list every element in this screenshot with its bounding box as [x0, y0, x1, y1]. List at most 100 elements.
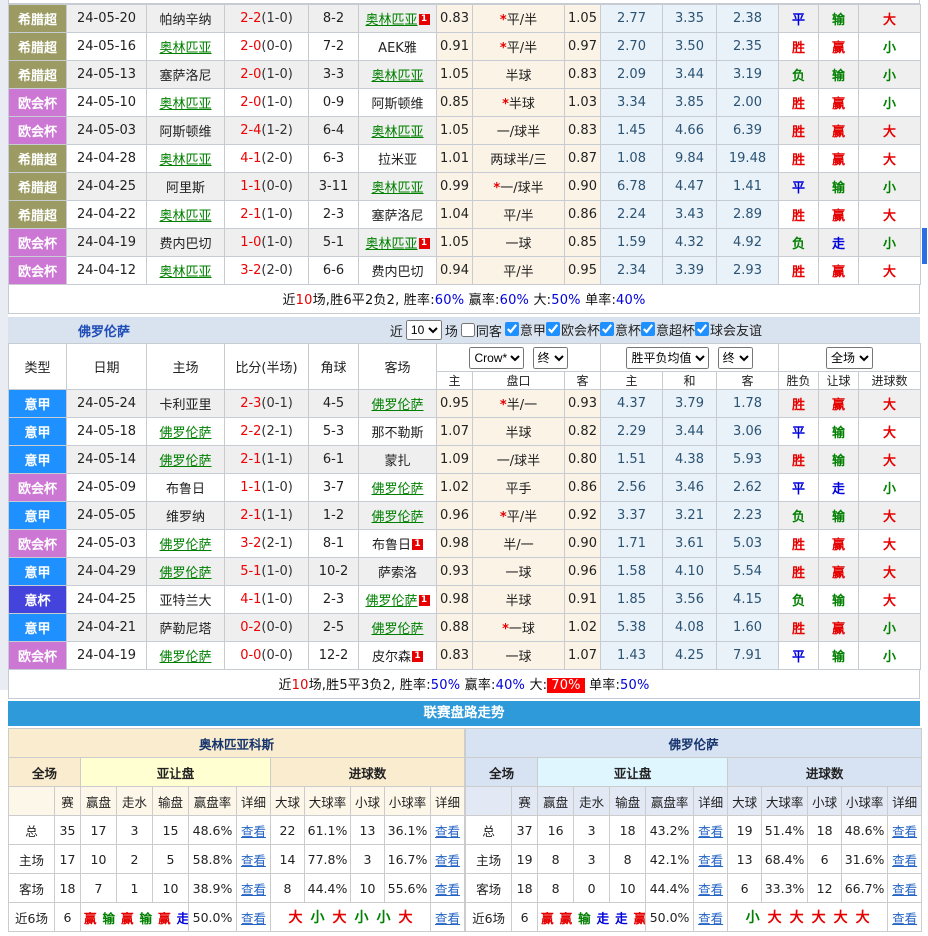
home-team-link[interactable]: 佛罗伦萨 [159, 454, 211, 469]
odds-company-select[interactable]: Crow* [469, 346, 525, 369]
league-filter-checkbox[interactable] [599, 322, 614, 337]
same-away-filter[interactable]: 同客 [460, 321, 502, 340]
away-team-link[interactable]: 佛罗伦萨 [365, 594, 417, 609]
view-link[interactable]: 查看 [241, 911, 266, 926]
league-filter[interactable]: 欧会杯 [545, 320, 600, 339]
view-link[interactable]: 查看 [698, 911, 723, 926]
mean-draw-cell: 3.46 [662, 473, 718, 502]
away-team-link[interactable]: 费内巴切 [371, 265, 423, 280]
view-link[interactable]: 查看 [892, 911, 917, 926]
scrollbar-thumb[interactable] [922, 228, 927, 264]
result-handicap-cell: 赢 [818, 88, 859, 117]
away-team-link[interactable]: 阿斯顿维 [371, 97, 423, 112]
home-team-link[interactable]: 帕纳辛纳 [159, 13, 211, 28]
home-team-link[interactable]: 亚特兰大 [159, 594, 211, 609]
section-team-title: 佛罗伦萨 [78, 324, 131, 340]
scope-select[interactable]: 全场 [826, 346, 874, 369]
league-filter[interactable]: 球会友谊 [694, 320, 762, 339]
recent-count-select[interactable]: 10 [405, 320, 442, 340]
away-team-link[interactable]: 奥林匹亚 [365, 13, 417, 28]
home-team-link[interactable]: 维罗纳 [166, 510, 205, 525]
home-team-link[interactable]: 奥林匹亚 [159, 97, 211, 112]
result-handicap-cell: 输 [818, 641, 860, 670]
match-row: 希腊超 24-05-13 塞萨洛尼 2-0(1-0) 3-3 奥林匹亚 1.05… [8, 60, 921, 89]
home-team-link[interactable]: 奥林匹亚 [159, 153, 211, 168]
summary-segment: 场,胜5平3负2, 胜率: [308, 678, 431, 693]
col-mean-draw: 和 [662, 371, 718, 390]
home-team-link[interactable]: 奥林匹亚 [159, 209, 211, 224]
away-team-link[interactable]: 奥林匹亚 [371, 125, 423, 140]
sub-under: 小球 [350, 786, 385, 816]
away-team-link[interactable]: 佛罗伦萨 [371, 510, 423, 525]
view-link[interactable]: 查看 [435, 882, 460, 897]
home-team-link[interactable]: 塞萨洛尼 [159, 69, 211, 84]
trend-banner: 联赛盘路走势 [8, 701, 920, 726]
league-filter[interactable]: 意杯 [599, 320, 641, 339]
view-link[interactable]: 查看 [241, 824, 266, 839]
seq-char: 赢 [559, 910, 573, 926]
away-team-link[interactable]: AEK雅 [378, 41, 417, 56]
stat-winrate: 43.2% [645, 815, 695, 845]
home-team-link[interactable]: 费内巴切 [159, 237, 211, 252]
mean-time-select[interactable]: 终 [717, 346, 753, 369]
away-team-link[interactable]: 萨索洛 [378, 566, 417, 581]
result-wdl-cell: 平 [778, 641, 820, 670]
content: 希腊超 24-05-20 帕纳辛纳 2-2(1-0) 8-2 奥林匹亚 1 0.8… [7, 0, 923, 932]
score-cell: 2-0(1-0) [224, 60, 309, 89]
view-link[interactable]: 查看 [241, 853, 266, 868]
view-link[interactable]: 查看 [698, 882, 723, 897]
home-team-link[interactable]: 佛罗伦萨 [159, 566, 211, 581]
mean-away-cell: 2.89 [716, 200, 779, 229]
away-team-link[interactable]: 拉米亚 [378, 153, 417, 168]
away-team-link[interactable]: 佛罗伦萨 [371, 482, 423, 497]
view-link[interactable]: 查看 [892, 824, 917, 839]
away-team-link[interactable]: 那不勒斯 [371, 426, 423, 441]
view-link[interactable]: 查看 [892, 853, 917, 868]
view-link[interactable]: 查看 [698, 824, 723, 839]
scope-group: 全场 [778, 343, 922, 372]
view-link[interactable]: 查看 [435, 911, 460, 926]
league-filter[interactable]: 意超杯 [640, 320, 695, 339]
view-link[interactable]: 查看 [435, 824, 460, 839]
away-team-link[interactable]: 皮尔森 [372, 650, 411, 665]
mean-home-cell: 1.45 [600, 116, 663, 145]
away-team-link[interactable]: 蒙扎 [384, 454, 410, 469]
home-team-link[interactable]: 奥林匹亚 [159, 265, 211, 280]
away-team-link[interactable]: 布鲁日 [372, 538, 411, 553]
odds-time-select[interactable]: 终 [532, 346, 568, 369]
away-team-link[interactable]: 奥林匹亚 [371, 69, 423, 84]
away-team-link[interactable]: 奥林匹亚 [365, 237, 417, 252]
league-filter-checkbox[interactable] [694, 322, 709, 337]
league-filter-checkbox[interactable] [640, 322, 655, 337]
result-goals-cell: 大 [858, 144, 921, 173]
home-team-link[interactable]: 萨勒尼塔 [159, 622, 211, 637]
home-team-link[interactable]: 佛罗伦萨 [159, 426, 211, 441]
away-odds-cell: 0.92 [563, 501, 602, 530]
view-link[interactable]: 查看 [698, 853, 723, 868]
away-team-link[interactable]: 佛罗伦萨 [371, 622, 423, 637]
same-away-checkbox[interactable] [460, 323, 475, 337]
mean-type-select[interactable]: 胜平负均值 [626, 346, 710, 369]
away-team-link[interactable]: 奥林匹亚 [371, 181, 423, 196]
home-team-link[interactable]: 佛罗伦萨 [159, 650, 211, 665]
league-filter-checkbox[interactable] [545, 322, 560, 337]
home-team-link[interactable]: 卡利亚里 [159, 398, 211, 413]
view-link[interactable]: 查看 [892, 882, 917, 897]
league-badge: 欧会杯 [8, 228, 67, 257]
away-team-link[interactable]: 塞萨洛尼 [371, 209, 423, 224]
league-filter-checkbox[interactable] [504, 322, 519, 337]
away-team-link[interactable]: 佛罗伦萨 [371, 398, 423, 413]
home-team-link[interactable]: 佛罗伦萨 [159, 538, 211, 553]
view-link[interactable]: 查看 [435, 853, 460, 868]
home-team-link[interactable]: 布鲁日 [166, 482, 205, 497]
home-team-link[interactable]: 阿里斯 [166, 181, 205, 196]
match-row: 欧会杯 24-05-09 布鲁日 1-1(1-0) 3-7 佛罗伦萨 1.02 … [8, 473, 922, 502]
league-filter[interactable]: 意甲 [504, 320, 546, 339]
group-all: 全场 [8, 757, 81, 787]
home-team-link[interactable]: 阿斯顿维 [159, 125, 211, 140]
view-link[interactable]: 查看 [241, 882, 266, 897]
seq-char: 大 [288, 910, 303, 926]
fiorentina-section-header: 佛罗伦萨 近 10 场 同客 意甲 欧会杯 意杯 意超杯 球会友谊 [8, 317, 920, 343]
home-team-link[interactable]: 奥林匹亚 [159, 41, 211, 56]
result-goals-cell: 大 [858, 200, 921, 229]
